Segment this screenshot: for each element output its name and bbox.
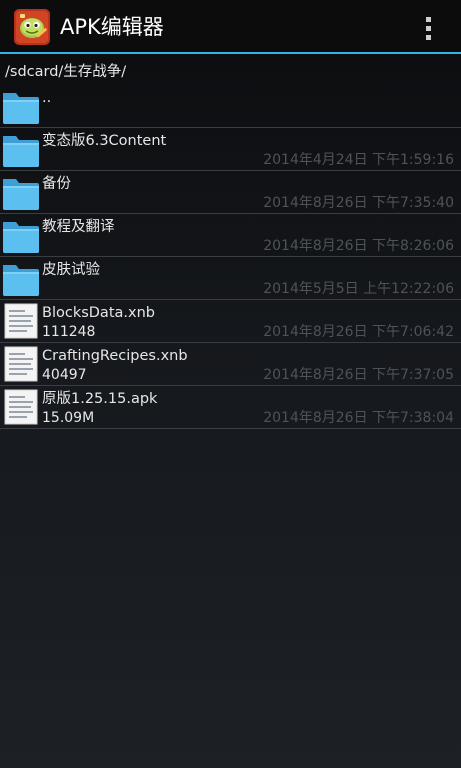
file-row[interactable]: BlocksData.xnb 111248 2014年8月26日 下午7:06:42: [0, 300, 461, 343]
document-icon: [2, 345, 40, 383]
folder-row[interactable]: 皮肤试验 2014年5月5日 上午12:22:06: [0, 257, 461, 300]
file-name: 教程及翻译: [42, 219, 115, 235]
file-modified-date: 2014年5月5日 上午12:22:06: [263, 281, 454, 297]
folder-icon: [2, 130, 40, 168]
file-modified-date: 2014年8月26日 下午8:26:06: [263, 238, 454, 254]
file-modified-date: 2014年8月26日 下午7:35:40: [263, 195, 454, 211]
document-icon: [2, 302, 40, 340]
folder-row[interactable]: 教程及翻译 2014年8月26日 下午8:26:06: [0, 214, 461, 257]
app-title: APK编辑器: [60, 15, 164, 39]
file-modified-date: 2014年8月26日 下午7:38:04: [263, 410, 454, 426]
document-icon: [2, 388, 40, 426]
folder-icon: [2, 87, 40, 125]
screen: APK编辑器 /sdcard/生存战争/ .. 变态版6.3Content 2014…: [0, 0, 461, 768]
menu-dot: [425, 25, 431, 31]
file-name: BlocksData.xnb: [42, 305, 155, 321]
menu-dot: [425, 16, 431, 22]
folder-icon: [2, 216, 40, 254]
folder-row[interactable]: 变态版6.3Content 2014年4月24日 下午1:59:16: [0, 128, 461, 171]
folder-row[interactable]: ..: [0, 85, 461, 128]
file-name: CraftingRecipes.xnb: [42, 348, 188, 364]
file-size: 111248: [42, 324, 96, 340]
file-modified-date: 2014年8月26日 下午7:06:42: [263, 324, 454, 340]
menu-dot: [425, 34, 431, 40]
apk-editor-app-icon[interactable]: [14, 9, 50, 45]
file-name: 变态版6.3Content: [42, 133, 167, 149]
file-modified-date: 2014年8月26日 下午7:37:05: [263, 367, 454, 383]
file-name: 原版1.25.15.apk: [42, 391, 158, 407]
folder-icon: [2, 173, 40, 211]
file-name: 备份: [42, 176, 71, 192]
action-bar: APK编辑器: [0, 0, 461, 54]
folder-row[interactable]: 备份 2014年8月26日 下午7:35:40: [0, 171, 461, 214]
file-list: .. 变态版6.3Content 2014年4月24日 下午1:59:16 备份 201…: [0, 85, 461, 429]
file-size: 15.09M: [42, 410, 95, 426]
file-name: 皮肤试验: [42, 262, 100, 278]
file-row[interactable]: CraftingRecipes.xnb 40497 2014年8月26日 下午7:3…: [0, 343, 461, 386]
file-name: ..: [42, 90, 52, 106]
folder-icon: [2, 259, 40, 297]
file-modified-date: 2014年4月24日 下午1:59:16: [263, 152, 454, 168]
overflow-menu-icon[interactable]: [414, 12, 442, 44]
file-size: 40497: [42, 367, 87, 383]
current-path: /sdcard/生存战争/: [5, 64, 127, 80]
file-row[interactable]: 原版1.25.15.apk 15.09M 2014年8月26日 下午7:38:04: [0, 386, 461, 429]
